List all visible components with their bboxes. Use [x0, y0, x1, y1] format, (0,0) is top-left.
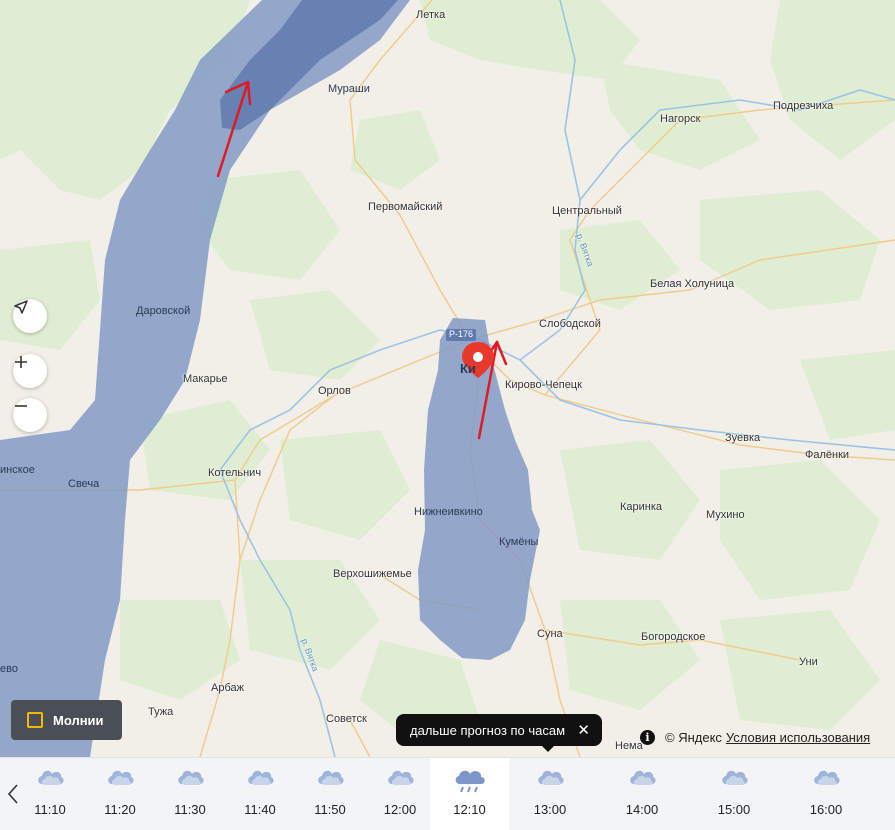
cloud-icon: [316, 766, 344, 793]
place-kumeny: Кумёны: [499, 536, 539, 548]
timeline-time: 12:10: [453, 802, 486, 817]
timeline-time: 11:30: [174, 802, 206, 817]
lightning-label: Молнии: [53, 712, 104, 728]
forecast-timeline: 11:10 11:20 11:30 11:40 11:50 12:00 12:10 13:00…: [0, 757, 895, 830]
timeline-time: 16:00: [809, 802, 843, 817]
cloud-icon: [176, 766, 204, 793]
copyright: i © Яндекс Условия использования: [640, 730, 870, 745]
info-icon[interactable]: i: [640, 730, 655, 745]
close-icon[interactable]: ✕: [577, 721, 590, 739]
timeline-time: 14:00: [625, 802, 659, 817]
cloud-icon: [386, 766, 414, 793]
place-nema: Нема: [615, 740, 643, 752]
zoom-in-button[interactable]: [13, 354, 47, 388]
place-orlov: Орлов: [318, 385, 351, 397]
place-nagorsk: Нагорск: [660, 113, 701, 125]
place-mukhino: Мухино: [706, 509, 745, 521]
timeline-slot[interactable]: 11:10: [18, 758, 82, 830]
map-base: [0, 0, 895, 757]
place-pervomaysky: Первомайский: [368, 201, 443, 213]
timeline-slot[interactable]: 13:00: [509, 758, 591, 830]
place-sovetsk: Советск: [326, 713, 367, 725]
lightning-toggle[interactable]: Молнии: [11, 700, 122, 740]
timeline-time: 12:00: [383, 802, 417, 817]
timeline-time: 11:50: [314, 802, 346, 817]
place-karinka: Каринка: [620, 501, 663, 513]
place-murashi: Мураши: [328, 83, 370, 95]
copyright-text: © Яндекс: [665, 730, 722, 745]
timeline-time: 11:20: [104, 802, 136, 817]
place-nizhneivkino: Нижнеивкино: [414, 506, 483, 518]
hourly-forecast-tooltip: дальше прогноз по часам ✕: [396, 714, 602, 752]
cloud-icon: [628, 766, 656, 793]
zoom-out-button[interactable]: [13, 398, 47, 432]
cloud-icon: [812, 766, 840, 793]
place-kotelnich: Котельнич: [208, 467, 262, 479]
minus-icon: [15, 405, 27, 407]
map-canvas[interactable]: Р-176 р. Вятка р. Вятка Летка Мураши Под…: [0, 0, 895, 757]
cloud-icon: [536, 766, 564, 793]
place-zuevka: Зуевка: [725, 432, 761, 444]
location-arrow-icon: [14, 300, 28, 314]
timeline-slot[interactable]: 14:00: [597, 758, 687, 830]
place-tsentralny: Центральный: [552, 205, 622, 217]
timeline-slot[interactable]: 11:30: [158, 758, 222, 830]
tooltip-tail: [542, 746, 554, 752]
place-uni: Уни: [799, 656, 818, 668]
cloud-icon: [720, 766, 748, 793]
place-svecha: Свеча: [68, 478, 100, 490]
place-verkhoshizhemye: Верхошижемье: [333, 568, 412, 580]
place-tuzha: Тужа: [148, 706, 174, 718]
timeline-time: 13:00: [533, 802, 567, 817]
timeline-slot[interactable]: 11:20: [88, 758, 152, 830]
place-shabalinskoe: инское: [0, 464, 35, 476]
place-falenki: Фалёнки: [805, 449, 850, 461]
road-label: Р-176: [449, 329, 474, 339]
cloud-icon: [36, 766, 64, 793]
lightning-checkbox[interactable]: [27, 712, 43, 728]
tooltip-text: дальше прогноз по часам: [410, 722, 566, 738]
cloud-icon: [246, 766, 274, 793]
rain-cloud-icon: [452, 766, 488, 801]
timeline-slot[interactable]: 15:00: [689, 758, 779, 830]
place-arbazh: Арбаж: [211, 682, 244, 694]
place-darovskoy: Даровской: [136, 305, 191, 317]
cloud-icon: [106, 766, 134, 793]
locate-button[interactable]: [13, 299, 47, 333]
plus-icon: [15, 356, 27, 368]
terms-link[interactable]: Условия использования: [726, 730, 870, 745]
place-partial: ево: [0, 663, 18, 675]
place-suna: Суна: [537, 628, 563, 640]
timeline-slot[interactable]: 16:00: [781, 758, 871, 830]
place-slobodskoy: Слободской: [539, 318, 601, 330]
timeline-time: 15:00: [717, 802, 751, 817]
timeline-time: 11:10: [34, 802, 66, 817]
timeline-slot[interactable]: 12:10: [430, 758, 509, 830]
timeline-slot[interactable]: 11:40: [228, 758, 292, 830]
place-kirov: Ки: [460, 361, 476, 376]
timeline-slot[interactable]: 11:50: [298, 758, 362, 830]
timeline-time: 11:40: [244, 802, 276, 817]
timeline-slot[interactable]: 12:00: [368, 758, 432, 830]
place-letka: Летка: [416, 9, 446, 21]
place-kirovo-chepetsk: Кирово-Чепецк: [505, 379, 582, 391]
place-podrezchikha: Подрезчиха: [773, 100, 834, 112]
place-belaya-kholunitsa: Белая Холуница: [650, 278, 735, 290]
place-bogorodskoe: Богородское: [641, 631, 706, 643]
place-makarye: Макарье: [183, 373, 228, 385]
